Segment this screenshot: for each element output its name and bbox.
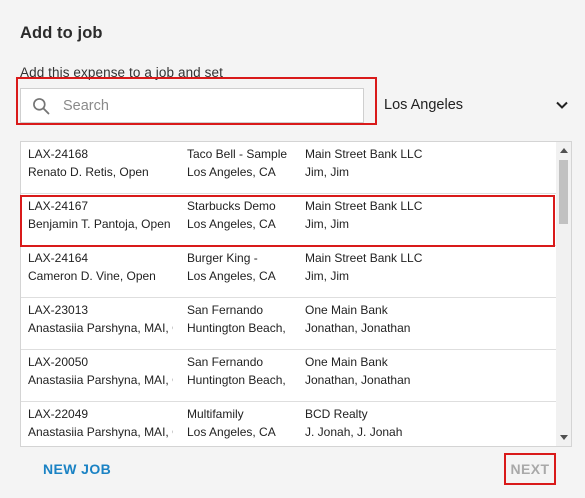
job-city: Los Angeles, CA xyxy=(187,165,276,179)
next-button[interactable]: NEXT xyxy=(504,461,556,477)
job-row[interactable]: LAX-22049 Anastasiia Parshyna, MAI, C Mu… xyxy=(21,402,557,446)
job-client: Main Street Bank LLC xyxy=(305,251,423,265)
location-select[interactable]: Los Angeles xyxy=(384,90,568,120)
job-city: Los Angeles, CA xyxy=(187,425,276,439)
scroll-thumb[interactable] xyxy=(559,160,568,224)
job-row[interactable]: LAX-24164 Cameron D. Vine, Open Burger K… xyxy=(21,246,557,298)
job-row[interactable]: LAX-20050 Anastasiia Parshyna, MAI, C Sa… xyxy=(21,350,557,402)
job-name: Burger King - xyxy=(187,251,258,265)
job-city: Los Angeles, CA xyxy=(187,217,276,231)
job-name: Taco Bell - Sample xyxy=(187,147,288,161)
job-client: Main Street Bank LLC xyxy=(305,147,423,161)
job-owner: Benjamin T. Pantoja, Open xyxy=(28,217,171,231)
job-name: San Fernando xyxy=(187,355,264,369)
job-contact: Jim, Jim xyxy=(305,217,349,231)
scroll-up-arrow-icon[interactable] xyxy=(560,148,568,153)
job-owner: Cameron D. Vine, Open xyxy=(28,269,156,283)
job-owner: Anastasiia Parshyna, MAI, C xyxy=(28,321,173,335)
location-selected-value: Los Angeles xyxy=(384,97,464,113)
job-name: Starbucks Demo xyxy=(187,199,276,213)
job-row[interactable]: LAX-24168 Renato D. Retis, Open Taco Bel… xyxy=(21,142,557,194)
job-owner: Anastasiia Parshyna, MAI, C xyxy=(28,373,173,387)
dialog-title: Add to job xyxy=(20,24,103,42)
search-icon xyxy=(33,97,50,114)
search-input[interactable] xyxy=(63,97,323,114)
job-city: Huntington Beach, xyxy=(187,373,286,387)
job-city: Huntington Beach, xyxy=(187,321,286,335)
job-client: One Main Bank xyxy=(305,303,388,317)
job-id: LAX-20050 xyxy=(28,355,89,369)
job-id: LAX-23013 xyxy=(28,303,89,317)
new-job-button[interactable]: NEW JOB xyxy=(43,461,111,477)
job-row[interactable]: LAX-24167 Benjamin T. Pantoja, Open Star… xyxy=(21,194,557,246)
job-row[interactable]: LAX-23013 Anastasiia Parshyna, MAI, C Sa… xyxy=(21,298,557,350)
job-list[interactable]: LAX-24168 Renato D. Retis, Open Taco Bel… xyxy=(20,141,572,447)
job-city: Los Angeles, CA xyxy=(187,269,276,283)
job-contact: Jim, Jim xyxy=(305,165,349,179)
job-owner: Anastasiia Parshyna, MAI, C xyxy=(28,425,173,439)
job-contact: Jonathan, Jonathan xyxy=(305,321,411,335)
job-id: LAX-24164 xyxy=(28,251,89,265)
job-id: LAX-24168 xyxy=(28,147,89,161)
job-id: LAX-24167 xyxy=(28,199,89,213)
job-client: Main Street Bank LLC xyxy=(305,199,423,213)
job-contact: J. Jonah, J. Jonah xyxy=(305,425,403,439)
job-name: San Fernando xyxy=(187,303,264,317)
job-client: One Main Bank xyxy=(305,355,388,369)
job-client: BCD Realty xyxy=(305,407,368,421)
job-owner: Renato D. Retis, Open xyxy=(28,165,149,179)
scroll-down-arrow-icon[interactable] xyxy=(560,435,568,440)
job-contact: Jim, Jim xyxy=(305,269,349,283)
chevron-down-icon xyxy=(556,101,568,109)
job-contact: Jonathan, Jonathan xyxy=(305,373,411,387)
job-name: Multifamily xyxy=(187,407,244,421)
job-id: LAX-22049 xyxy=(28,407,89,421)
list-scrollbar[interactable] xyxy=(556,142,571,446)
search-field[interactable] xyxy=(20,88,364,123)
